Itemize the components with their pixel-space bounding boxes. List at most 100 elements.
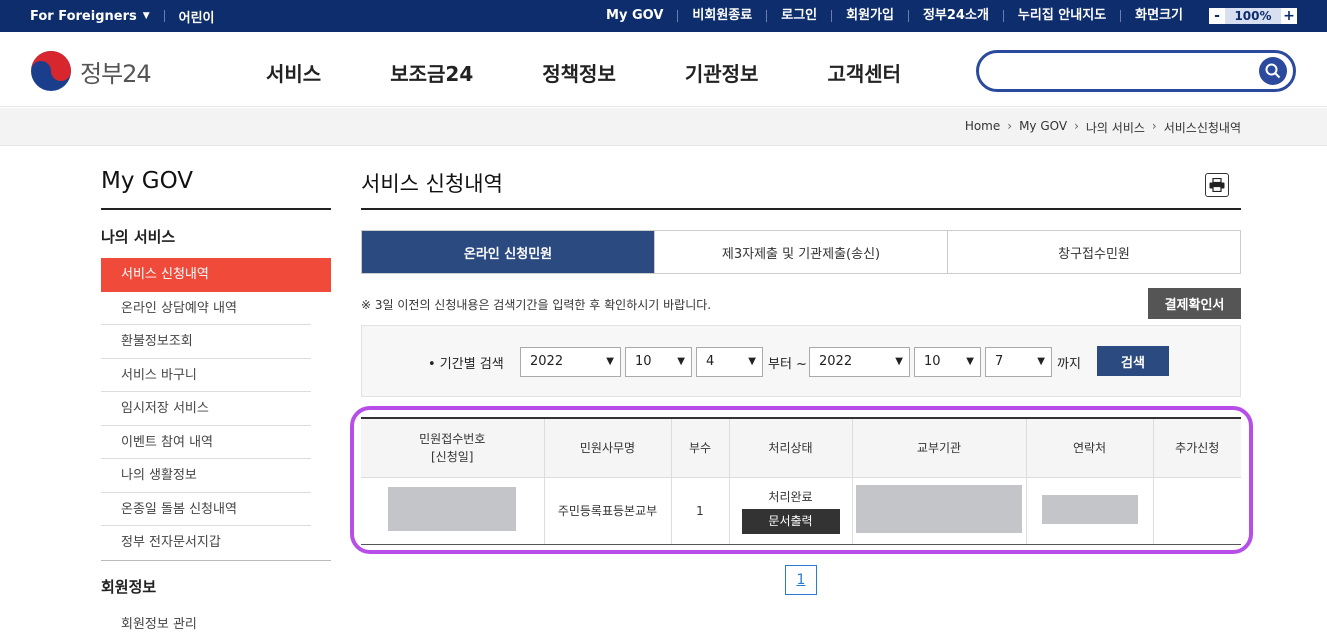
- guest-end-link[interactable]: 비회원종료: [677, 9, 766, 22]
- sidebar-item-temp-save[interactable]: 임시저장 서비스: [101, 392, 311, 426]
- to-year-value: 2022: [819, 354, 853, 369]
- crumb-mygov[interactable]: My GOV: [1019, 119, 1067, 136]
- cell-copies: 1: [670, 477, 729, 545]
- crumb-myservice[interactable]: 나의 서비스: [1086, 119, 1145, 136]
- cell-service-name: 주민등록표등본교부: [543, 477, 671, 545]
- search-icon[interactable]: [1259, 57, 1287, 85]
- sidebar-item-life-info[interactable]: 나의 생활정보: [101, 459, 311, 493]
- nav-agency[interactable]: 기관정보: [685, 58, 759, 87]
- sitemap-link[interactable]: 누리집 안내지도: [1002, 9, 1120, 22]
- to-day-select[interactable]: 7 ▼: [985, 347, 1052, 377]
- from-year-select[interactable]: 2022 ▼: [520, 347, 621, 377]
- caret-down-icon[interactable]: ▼: [143, 11, 150, 21]
- to-month-select[interactable]: 10 ▼: [914, 347, 981, 377]
- th-receipt-label: 민원접수번호: [419, 431, 486, 446]
- to-day-value: 7: [995, 354, 1004, 369]
- th-service-name: 민원사무명: [543, 419, 671, 478]
- sidebar-item-consult[interactable]: 온라인 상담예약 내역: [101, 292, 311, 325]
- tab-bar: 온라인 신청민원 제3자제출 및 기관제출(송신) 창구접수민원: [361, 230, 1241, 274]
- signup-link[interactable]: 회원가입: [831, 9, 908, 22]
- from-month-select[interactable]: 10 ▼: [625, 347, 692, 377]
- status-text: 처리완료: [768, 489, 813, 504]
- about-link[interactable]: 정부24소개: [907, 9, 1003, 22]
- th-status: 처리상태: [728, 419, 852, 478]
- redacted-block: [388, 487, 517, 531]
- breadcrumb: Home › My GOV › 나의 서비스 › 서비스신청내역: [965, 119, 1241, 136]
- to-month-value: 10: [924, 354, 941, 369]
- sidebar-section-my-service[interactable]: 나의 서비스: [101, 226, 331, 258]
- taegeuk-logo-icon: [30, 50, 72, 92]
- crumb-home[interactable]: Home: [965, 119, 1000, 136]
- site-header: 정부24 서비스 보조금24 정책정보 기관정보 고객센터: [0, 32, 1327, 107]
- th-date-label: [신청일]: [431, 449, 474, 464]
- filter-label: • 기간별 검색: [428, 357, 504, 372]
- zoom-in-button[interactable]: +: [1281, 8, 1297, 24]
- screen-size-label: 화면크기: [1120, 9, 1197, 22]
- history-table: 민원접수번호 [신청일] 민원사무명 부수 처리상태 교부기관 연락처 추가신청 …: [361, 417, 1241, 545]
- sidebar-section-member[interactable]: 회원정보: [101, 559, 331, 608]
- chevron-down-icon: ▼: [895, 356, 903, 367]
- for-foreigners-link[interactable]: For Foreigners: [30, 9, 137, 24]
- login-link[interactable]: 로그인: [766, 9, 831, 22]
- print-document-button[interactable]: 문서출력: [741, 508, 840, 534]
- page-title: 서비스 신청내역: [361, 168, 1241, 210]
- logo[interactable]: 정부24: [30, 50, 152, 92]
- sidebar-item-care[interactable]: 온종일 돌봄 신청내역: [101, 493, 311, 526]
- sidebar-item-member-manage[interactable]: 회원정보 관리: [101, 608, 311, 632]
- from-year-value: 2022: [530, 354, 564, 369]
- table-row: 주민등록표등본교부 1 처리완료 문서출력: [361, 477, 1241, 545]
- sidebar-item-refund[interactable]: 환불정보조회: [101, 325, 311, 359]
- chevron-down-icon: ▼: [677, 356, 685, 367]
- cell-contact: [1025, 477, 1153, 545]
- th-additional: 추가신청: [1152, 419, 1241, 478]
- sidebar-item-service-history[interactable]: 서비스 신청내역: [101, 258, 331, 292]
- nav-subsidy[interactable]: 보조금24: [390, 58, 473, 87]
- divider: [163, 10, 165, 22]
- redacted-block: [1041, 494, 1138, 524]
- zoom-out-button[interactable]: -: [1209, 8, 1225, 24]
- to-year-select[interactable]: 2022 ▼: [809, 347, 910, 377]
- from-day-value: 4: [706, 354, 715, 369]
- kids-link[interactable]: 어린이: [179, 7, 215, 26]
- cell-additional: [1152, 477, 1241, 545]
- sidebar-item-e-wallet[interactable]: 정부 전자문서지갑: [101, 526, 311, 560]
- chevron-down-icon: ▼: [966, 356, 974, 367]
- payment-confirm-button[interactable]: 결제확인서: [1148, 288, 1241, 319]
- nav-service[interactable]: 서비스: [266, 58, 321, 87]
- search-input[interactable]: [976, 50, 1296, 92]
- tab-counter[interactable]: 창구접수민원: [947, 231, 1240, 273]
- breadcrumb-bar: Home › My GOV › 나의 서비스 › 서비스신청내역: [0, 108, 1327, 146]
- chevron-down-icon: ▼: [748, 356, 756, 367]
- tab-third-party[interactable]: 제3자제출 및 기관제출(송신): [654, 231, 947, 273]
- mygov-link[interactable]: My GOV: [592, 9, 677, 22]
- zoom-control: - 100% +: [1209, 8, 1297, 24]
- search-button[interactable]: 검색: [1097, 346, 1169, 376]
- from-month-value: 10: [635, 354, 652, 369]
- sidebar-item-basket[interactable]: 서비스 바구니: [101, 359, 311, 392]
- cell-issuing-agency: [851, 477, 1026, 545]
- nav-policy[interactable]: 정책정보: [542, 58, 616, 87]
- chevron-right-icon: ›: [1007, 119, 1013, 133]
- sidebar: My GOV 나의 서비스 서비스 신청내역 온라인 상담예약 내역 환불정보조…: [101, 168, 331, 632]
- utility-bar: For Foreigners ▼ 어린이 My GOV 비회원종료 로그인 회원…: [0, 0, 1327, 32]
- pagination-page-1[interactable]: 1: [785, 565, 817, 595]
- crumb-current: 서비스신청내역: [1163, 121, 1241, 135]
- sidebar-item-event[interactable]: 이벤트 참여 내역: [101, 426, 311, 459]
- th-receipt-number: 민원접수번호 [신청일]: [361, 419, 544, 478]
- utility-right: My GOV 비회원종료 로그인 회원가입 정부24소개 누리집 안내지도 화면…: [592, 0, 1297, 32]
- date-filter: • 기간별 검색 2022 ▼ 10 ▼ 4 ▼ 부터 ~ 2022 ▼ 10 ▼ 7 ▼ …: [361, 325, 1241, 397]
- th-contact: 연락처: [1025, 419, 1153, 478]
- from-day-select[interactable]: 4 ▼: [696, 347, 763, 377]
- tab-online[interactable]: 온라인 신청민원: [362, 231, 654, 273]
- zoom-value: 100%: [1225, 8, 1281, 24]
- chevron-right-icon: ›: [1151, 119, 1157, 133]
- th-issuing-agency: 교부기관: [851, 419, 1026, 478]
- to-text: 까지: [1057, 357, 1081, 372]
- main-nav: 서비스 보조금24 정책정보 기관정보 고객센터: [266, 58, 970, 87]
- print-icon[interactable]: [1205, 173, 1229, 197]
- sidebar-title: My GOV: [101, 168, 331, 210]
- notice-text: ※ 3일 이전의 신청내용은 검색기간을 입력한 후 확인하시기 바랍니다.: [361, 298, 712, 312]
- nav-support[interactable]: 고객센터: [827, 58, 901, 87]
- from-text: 부터 ~: [768, 357, 807, 372]
- cell-receipt-number: [361, 477, 544, 545]
